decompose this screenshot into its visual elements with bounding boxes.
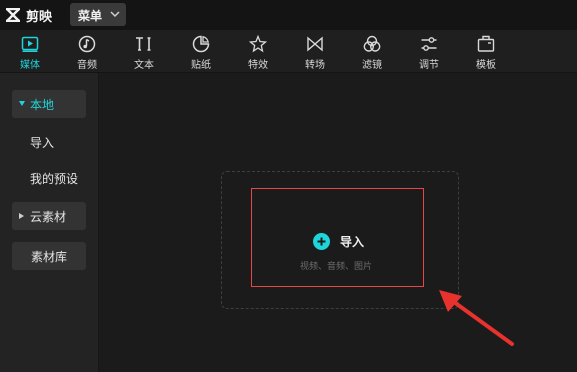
media-icon [21, 36, 39, 52]
tab-adjust[interactable]: 调节 [404, 30, 454, 72]
menu-button[interactable]: 菜单 [70, 3, 126, 26]
import-highlight-box[interactable] [251, 188, 424, 287]
tab-label: 媒体 [20, 60, 40, 71]
red-arrow-annotation-icon [439, 290, 514, 346]
caret-right-icon [19, 213, 24, 219]
chevron-down-icon [110, 11, 120, 18]
tab-transition[interactable]: 转场 [290, 30, 340, 72]
caret-down-icon [19, 101, 25, 106]
tab-effects[interactable]: 特效 [233, 30, 283, 72]
transition-icon [307, 36, 323, 52]
template-icon [477, 35, 495, 52]
title-bar: 剪映 菜单 [0, 0, 577, 30]
tab-label: 贴纸 [191, 60, 211, 71]
sticker-icon [192, 35, 210, 53]
tab-label: 滤镜 [362, 60, 382, 71]
menu-button-label: 菜单 [78, 9, 103, 23]
tab-label: 模板 [476, 60, 496, 71]
plus-icon[interactable] [313, 233, 330, 250]
tab-label: 文本 [134, 60, 154, 71]
tab-label: 音频 [77, 60, 97, 71]
sidebar-item-import[interactable]: 导入 [12, 128, 86, 156]
import-hint-text: 视频、音频、图片 [300, 262, 373, 272]
sidebar-item-my-presets[interactable]: 我的预设 [12, 164, 86, 192]
filter-icon [363, 35, 381, 52]
tab-media[interactable]: 媒体 [5, 30, 55, 72]
sidebar-item-local[interactable]: 本地 [12, 90, 86, 118]
app-name: 剪映 [26, 10, 53, 25]
asset-toolbar: 媒体 音频 文本 贴纸 特效 转场 滤镜 调节 模板 [0, 30, 577, 73]
tab-filter[interactable]: 滤镜 [347, 30, 397, 72]
sidebar-item-label: 云素材 [30, 210, 67, 224]
adjust-icon [421, 37, 437, 51]
sidebar-item-label: 本地 [30, 98, 55, 112]
sidebar-item-label: 素材库 [30, 250, 67, 264]
tab-label: 特效 [248, 60, 268, 71]
tab-label: 调节 [419, 60, 439, 71]
effects-icon [249, 35, 267, 53]
sidebar-item-label: 导入 [30, 136, 55, 150]
tab-text[interactable]: 文本 [119, 30, 169, 72]
audio-icon [78, 35, 96, 53]
tab-label: 转场 [305, 60, 325, 71]
import-button-label[interactable]: 导入 [340, 233, 364, 250]
tab-template[interactable]: 模板 [461, 30, 511, 72]
tab-audio[interactable]: 音频 [62, 30, 112, 72]
app-logo-icon [6, 8, 20, 22]
sidebar-item-asset-library[interactable]: 素材库 [12, 242, 86, 270]
tab-sticker[interactable]: 贴纸 [176, 30, 226, 72]
text-icon [136, 37, 151, 51]
sidebar-item-label: 我的预设 [30, 172, 79, 186]
sidebar-item-cloud-assets[interactable]: 云素材 [12, 202, 86, 230]
